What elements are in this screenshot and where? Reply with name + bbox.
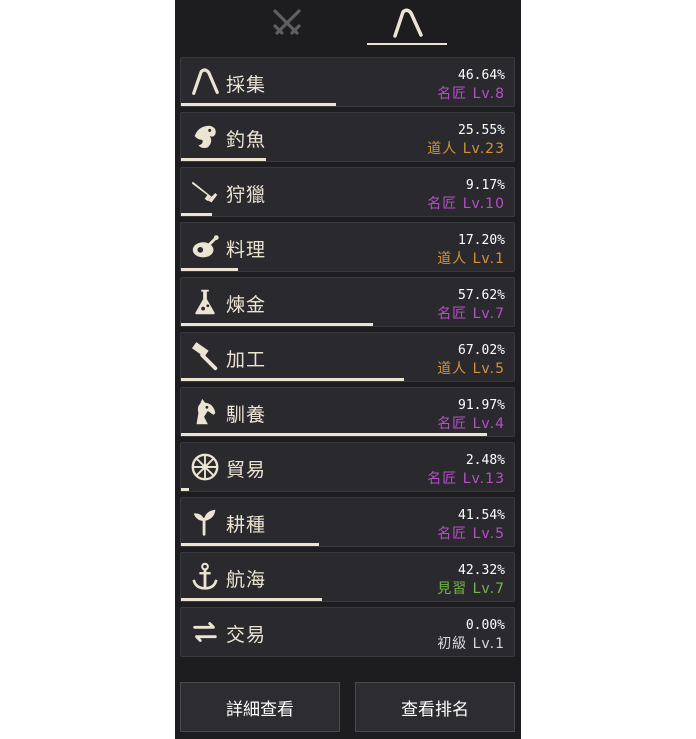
details-button[interactable]: 詳細查看 — [180, 682, 340, 732]
skill-level: 名匠 Lv.10 — [427, 196, 505, 212]
skill-level: 名匠 Lv.4 — [437, 416, 505, 432]
skill-row[interactable]: 狩獵 9.17% 名匠 Lv.10 — [180, 167, 515, 217]
skill-percent: 17.20% — [458, 233, 505, 248]
skill-row[interactable]: 煉金 57.62% 名匠 Lv.7 — [180, 277, 515, 327]
tab-life[interactable] — [367, 0, 447, 46]
skill-level: 名匠 Lv.7 — [437, 306, 505, 322]
sprout-icon — [193, 509, 216, 536]
skill-level: 名匠 Lv.5 — [437, 526, 505, 542]
skill-progress-bar — [181, 598, 322, 601]
skill-row[interactable]: 交易 0.00% 初級 Lv.1 — [180, 607, 515, 657]
skill-percent: 41.54% — [458, 508, 505, 523]
skill-name: 料理 — [226, 239, 267, 261]
skill-progress-bar — [181, 433, 488, 436]
skill-level: 名匠 Lv.8 — [437, 86, 505, 102]
skill-percent: 42.32% — [458, 563, 505, 578]
horse-head-icon — [196, 398, 216, 425]
tab-combat[interactable] — [247, 0, 327, 46]
skill-row[interactable]: 馴養 91.97% 名匠 Lv.4 — [180, 387, 515, 437]
skill-name: 狩獵 — [226, 184, 267, 206]
skill-level: 初級 Lv.1 — [437, 636, 505, 652]
skill-level: 道人 Lv.23 — [427, 141, 505, 157]
life-skills-panel: 採集 46.64% 名匠 Lv.8 釣魚 25.55% 道人 Lv.23 狩獵 9.17% 名匠… — [175, 0, 521, 739]
skill-percent: 25.55% — [458, 123, 505, 138]
skill-percent: 91.97% — [458, 398, 505, 413]
skill-progress-bar — [181, 378, 405, 381]
skill-name: 馴養 — [226, 404, 267, 426]
skill-name: 航海 — [226, 569, 267, 591]
skill-level: 見習 Lv.7 — [437, 581, 505, 597]
skill-percent: 46.64% — [458, 68, 505, 83]
fish-icon — [194, 125, 216, 148]
skill-level: 道人 Lv.1 — [437, 251, 505, 267]
active-tab-indicator — [367, 43, 447, 45]
skill-row[interactable]: 加工 67.02% 道人 Lv.5 — [180, 332, 515, 382]
skill-progress-bar — [181, 323, 373, 326]
skill-progress-bar — [181, 488, 190, 491]
skill-percent: 2.48% — [465, 453, 505, 468]
anchor-icon — [192, 562, 218, 590]
musket-icon — [191, 181, 218, 203]
skill-name: 加工 — [226, 349, 267, 371]
skill-percent: 9.17% — [465, 178, 505, 193]
tab-bar — [175, 0, 521, 46]
skill-percent: 57.62% — [458, 288, 505, 303]
exchange-arrows-icon — [193, 622, 217, 642]
sickle-icon — [192, 68, 219, 95]
skill-row[interactable]: 採集 46.64% 名匠 Lv.8 — [180, 57, 515, 107]
skill-row[interactable]: 料理 17.20% 道人 Lv.1 — [180, 222, 515, 272]
sickle-icon — [393, 8, 423, 38]
skill-name: 耕種 — [226, 514, 267, 536]
flask-icon — [195, 289, 215, 315]
skill-progress-bar — [181, 543, 320, 546]
skill-level: 名匠 Lv.13 — [427, 471, 505, 487]
wheel-icon — [191, 453, 219, 481]
crossed-swords-icon — [273, 9, 301, 35]
skill-row[interactable]: 耕種 41.54% 名匠 Lv.5 — [180, 497, 515, 547]
skill-row[interactable]: 貿易 2.48% 名匠 Lv.13 — [180, 442, 515, 492]
skill-percent: 0.00% — [465, 618, 505, 633]
skill-name: 煉金 — [226, 294, 267, 316]
skill-name: 釣魚 — [226, 129, 267, 151]
ranking-button[interactable]: 查看排名 — [355, 682, 515, 732]
hammer-icon — [191, 342, 218, 371]
skill-progress-bar — [181, 268, 239, 271]
skill-name: 交易 — [226, 624, 267, 646]
skill-level: 道人 Lv.5 — [437, 361, 505, 377]
skill-progress-bar — [181, 213, 212, 216]
skill-row[interactable]: 釣魚 25.55% 道人 Lv.23 — [180, 112, 515, 162]
skill-progress-bar — [181, 103, 337, 106]
skill-percent: 67.02% — [458, 343, 505, 358]
roast-chicken-icon — [192, 235, 219, 258]
skill-row[interactable]: 航海 42.32% 見習 Lv.7 — [180, 552, 515, 602]
skill-name: 採集 — [226, 74, 267, 96]
skill-progress-bar — [181, 158, 267, 161]
skill-name: 貿易 — [226, 459, 267, 481]
